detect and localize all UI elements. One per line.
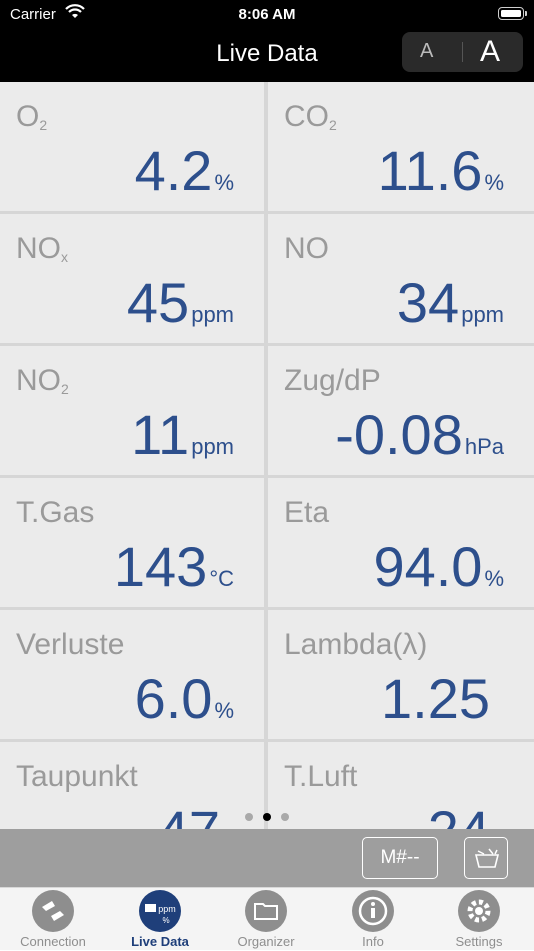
measurement-cell[interactable]: NOx 45ppm <box>0 214 264 343</box>
measurement-value-row: 143°C <box>114 534 234 599</box>
label-subscript: x <box>61 249 68 265</box>
measurement-cell[interactable]: CO2 11.6% <box>268 82 534 211</box>
measurement-cell[interactable]: Verluste 6.0% <box>0 610 264 739</box>
tab-live-data[interactable]: ppm% Live Data <box>110 888 210 951</box>
tab-label: Info <box>362 934 384 949</box>
measurement-value-row: 4.2% <box>135 138 234 203</box>
svg-text:ppm: ppm <box>158 904 176 914</box>
measurement-unit: % <box>484 170 504 195</box>
measurement-value: 94.0 <box>373 535 483 598</box>
measurement-value: 45 <box>126 271 190 334</box>
measurement-value-row: -0.08hPa <box>335 402 504 467</box>
measurement-label: CO2 <box>284 100 337 133</box>
memory-button[interactable]: M#-- <box>362 837 438 879</box>
clock: 8:06 AM <box>238 6 296 23</box>
measurement-label: NO2 <box>16 364 69 397</box>
tab-info[interactable]: Info <box>323 888 423 951</box>
measurement-label: Lambda(λ) <box>284 628 428 661</box>
measurement-unit: ppm <box>191 302 234 327</box>
measurement-cell[interactable]: NO2 11ppm <box>0 346 264 475</box>
measurement-label: T.Luft <box>284 760 358 793</box>
bottom-toolbar: M#-- <box>0 829 534 887</box>
measurement-unit: % <box>214 170 234 195</box>
measurement-value: 143 <box>113 535 208 598</box>
measurement-cell[interactable]: Eta 94.0% <box>268 478 534 607</box>
label-subscript: 2 <box>39 117 48 133</box>
segment-divider <box>462 42 463 62</box>
measurement-value: 6.0 <box>134 667 213 730</box>
info-icon <box>352 890 394 932</box>
measurement-label: NO <box>284 232 329 265</box>
measurement-value: 34 <box>396 271 460 334</box>
measurement-label: O2 <box>16 100 48 133</box>
measurement-unit: ppm <box>191 434 234 459</box>
measurement-cell[interactable]: O2 4.2% <box>0 82 264 211</box>
page-dot[interactable] <box>263 813 271 821</box>
measurement-label: NOx <box>16 232 68 265</box>
font-size-control[interactable]: A A <box>402 32 523 72</box>
live-data-icon: ppm% <box>139 890 181 932</box>
nav-bar: Live Data A A <box>0 30 534 82</box>
label-subscript: 2 <box>61 381 69 397</box>
page-dot[interactable] <box>281 813 289 821</box>
tab-organizer[interactable]: Organizer <box>216 888 316 951</box>
tab-label: Connection <box>20 934 86 949</box>
font-larger-button[interactable]: A <box>480 35 500 69</box>
measurement-unit: % <box>484 566 504 591</box>
measurement-value-row: 11.6% <box>378 138 504 203</box>
measurement-unit: hPa <box>464 434 504 459</box>
tab-label: Settings <box>455 934 503 949</box>
measurement-label: T.Gas <box>16 496 95 529</box>
measurement-value-row: 94.0% <box>373 534 504 599</box>
gear-icon <box>458 890 500 932</box>
measurement-value-row: 34ppm <box>397 270 504 335</box>
label-subscript: 2 <box>329 117 337 133</box>
tab-label: Live Data <box>131 934 189 949</box>
live-data-grid[interactable]: O2 4.2% CO2 11.6% NOx 45ppm NO 34ppm NO2 11ppm Zug… <box>0 82 534 829</box>
measurement-value: 1.25 <box>381 667 490 730</box>
measurement-value: 11 <box>131 403 190 466</box>
measurement-cell[interactable]: Lambda(λ) 1.25 <box>268 610 534 739</box>
measurement-cell[interactable]: NO 34ppm <box>268 214 534 343</box>
measurement-value: 11.6 <box>377 139 483 202</box>
measurement-value: -0.08 <box>335 403 463 466</box>
connection-icon <box>32 890 74 932</box>
measurement-value-row: 11ppm <box>131 402 234 467</box>
folder-icon <box>245 890 287 932</box>
measurement-value-row: 1.25 <box>381 666 492 731</box>
svg-text:%: % <box>162 916 169 925</box>
font-smaller-button[interactable]: A <box>420 40 433 63</box>
measurement-value: 4.2 <box>134 139 213 202</box>
page-dot[interactable] <box>245 813 253 821</box>
tab-settings[interactable]: Settings <box>429 888 529 951</box>
measurement-label: Verluste <box>16 628 125 661</box>
measurement-unit: °C <box>209 566 234 591</box>
measurement-unit: % <box>214 698 234 723</box>
measurement-label: Zug/dP <box>284 364 381 397</box>
battery-icon <box>498 7 527 20</box>
measurement-value-row: 6.0% <box>135 666 234 731</box>
tab-connection[interactable]: Connection <box>3 888 103 951</box>
tab-bar: Connection ppm% Live Data Organizer Info Sett… <box>0 887 534 950</box>
status-bar: Carrier 8:06 AM <box>0 0 534 30</box>
record-button[interactable] <box>464 837 508 879</box>
measurement-unit: ppm <box>461 302 504 327</box>
measurement-value-row: 45ppm <box>127 270 234 335</box>
measurement-label: Eta <box>284 496 330 529</box>
measurement-cell[interactable]: Zug/dP -0.08hPa <box>268 346 534 475</box>
measurement-label: Taupunkt <box>16 760 138 793</box>
measurement-cell[interactable]: T.Gas 143°C <box>0 478 264 607</box>
page-indicator[interactable] <box>0 808 534 826</box>
tab-label: Organizer <box>237 934 295 949</box>
